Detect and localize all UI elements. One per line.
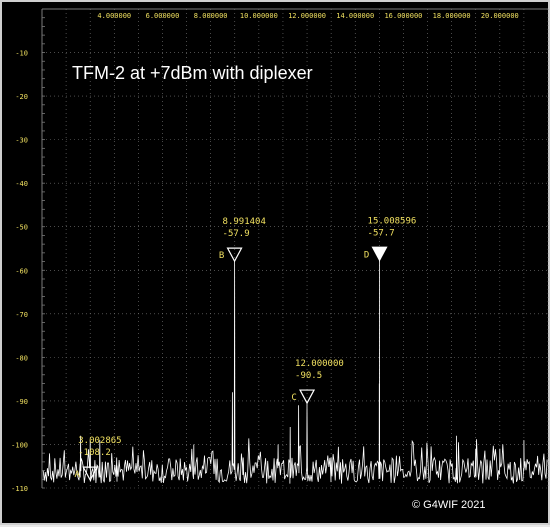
y-tick-label: -80 xyxy=(15,354,28,362)
y-tick-label: -60 xyxy=(15,267,28,275)
x-tick-label: 4.000000 xyxy=(97,12,131,20)
y-tick-label: -70 xyxy=(15,311,28,319)
x-tick-label: 12.000000 xyxy=(288,12,326,20)
y-tick-label: -100 xyxy=(11,441,28,449)
copyright-text: © G4WIF 2021 xyxy=(412,499,486,511)
analyzer-window: 4.000000 6.000000 8.000000 10.000000 12.0000… xyxy=(0,0,550,525)
x-tick-label: 20.000000 xyxy=(481,12,519,20)
marker-a-frequency: 3.002865 xyxy=(78,436,121,446)
marker-a-level: -108.2 xyxy=(78,448,111,458)
x-tick-label: 18.000000 xyxy=(433,12,471,20)
y-tick-label: -20 xyxy=(15,93,28,101)
y-tick-label: -10 xyxy=(15,50,28,58)
marker-b-level: -57.9 xyxy=(223,229,250,239)
marker-d-triangle xyxy=(371,246,388,262)
y-tick-label: -90 xyxy=(15,398,28,406)
marker-b-triangle xyxy=(226,247,243,263)
marker-a-label: A xyxy=(75,470,81,480)
marker-b-frequency: 8.991404 xyxy=(223,217,266,227)
x-tick-label: 14.000000 xyxy=(336,12,374,20)
marker-d-frequency: 15.008596 xyxy=(368,216,417,226)
x-tick-label: 6.000000 xyxy=(146,12,180,20)
y-tick-label: -40 xyxy=(15,180,28,188)
x-tick-label: 10.000000 xyxy=(240,12,278,20)
x-tick-label: 16.000000 xyxy=(384,12,422,20)
y-tick-label: -50 xyxy=(15,224,28,232)
y-tick-label: -110 xyxy=(11,485,28,493)
marker-c-label: C xyxy=(291,393,296,403)
marker-d-level: -57.7 xyxy=(368,228,395,238)
chart-title: TFM-2 at +7dBm with diplexer xyxy=(72,63,313,83)
marker-c-frequency: 12.000000 xyxy=(295,359,344,369)
x-tick-label: 8.000000 xyxy=(194,12,228,20)
marker-c-level: -90.5 xyxy=(295,371,322,381)
y-tick-label: -30 xyxy=(15,137,28,145)
marker-d-label: D xyxy=(364,250,369,260)
marker-b-label: B xyxy=(219,251,224,261)
